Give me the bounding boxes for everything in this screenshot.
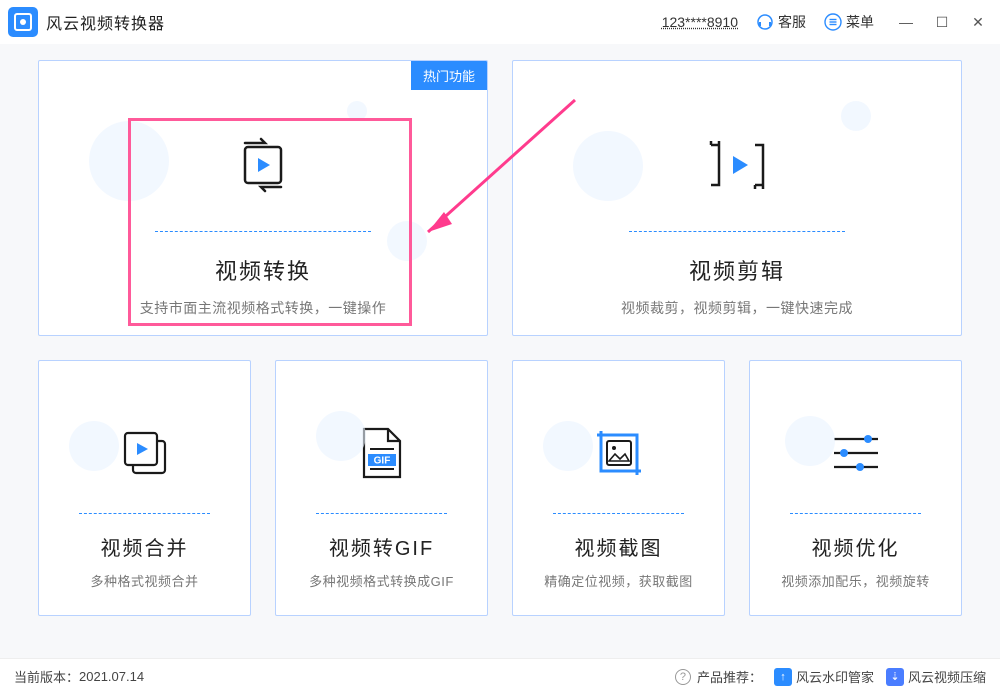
header-right: 123****8910 客服 菜单 — ☐ ✕	[662, 12, 986, 32]
card-desc: 精确定位视频，获取截图	[534, 571, 703, 590]
product-badge-icon: ⇣	[886, 668, 904, 686]
card-video-edit[interactable]: 视频剪辑 视频裁剪，视频剪辑，一键快速完成	[512, 60, 962, 336]
app-title: 风云视频转换器	[46, 10, 165, 34]
divider	[790, 513, 921, 514]
user-id[interactable]: 123****8910	[662, 14, 738, 30]
screenshot-icon	[591, 421, 647, 485]
product-compress[interactable]: ⇣ 风云视频压缩	[886, 667, 986, 686]
product-badge-icon: ↑	[774, 668, 792, 686]
maximize-button[interactable]: ☐	[934, 14, 950, 31]
card-desc: 多种视频格式转换成GIF	[299, 571, 464, 590]
card-video-gif[interactable]: GIF 视频转GIF 多种视频格式转换成GIF	[275, 360, 488, 616]
edit-icon	[701, 133, 773, 197]
card-title: 视频转换	[215, 254, 311, 286]
card-title: 视频剪辑	[689, 254, 785, 286]
card-title: 视频截图	[575, 532, 663, 561]
divider	[155, 231, 370, 232]
card-desc: 视频添加配乐，视频旋转	[771, 571, 940, 590]
titlebar: 风云视频转换器 123****8910 客服 菜单 — ☐ ✕	[0, 0, 1000, 44]
merge-icon	[117, 421, 173, 485]
card-title: 视频合并	[101, 532, 189, 561]
row-top: 热门功能 视频转换 支持市面主流视频格式转换，一键操作	[38, 60, 962, 336]
card-video-optimize[interactable]: 视频优化 视频添加配乐，视频旋转	[749, 360, 962, 616]
card-title: 视频转GIF	[329, 532, 434, 561]
app-logo	[8, 7, 38, 37]
card-video-screenshot[interactable]: 视频截图 精确定位视频，获取截图	[512, 360, 725, 616]
gif-icon: GIF	[358, 421, 406, 485]
product2-label: 风云视频压缩	[908, 667, 986, 686]
optimize-icon	[828, 421, 884, 485]
support-button[interactable]: 客服	[756, 12, 806, 32]
product1-label: 风云水印管家	[796, 667, 874, 686]
close-button[interactable]: ✕	[970, 14, 986, 31]
support-label: 客服	[778, 12, 806, 32]
product-watermark[interactable]: ↑ 风云水印管家	[774, 667, 874, 686]
svg-text:GIF: GIF	[373, 456, 390, 467]
main-content: 热门功能 视频转换 支持市面主流视频格式转换，一键操作	[0, 44, 1000, 658]
divider	[629, 231, 844, 232]
card-desc: 多种格式视频合并	[80, 571, 208, 590]
help-icon[interactable]: ?	[675, 669, 691, 685]
footer: 当前版本： 2021.07.14 ? 产品推荐： ↑ 风云水印管家 ⇣ 风云视频…	[0, 658, 1000, 694]
recommend-label: 产品推荐：	[697, 667, 762, 686]
hot-badge: 热门功能	[411, 61, 487, 90]
window-controls: — ☐ ✕	[898, 14, 986, 31]
headset-icon	[756, 13, 774, 31]
menu-button[interactable]: 菜单	[824, 12, 874, 32]
convert-icon	[231, 133, 295, 197]
card-video-convert[interactable]: 热门功能 视频转换 支持市面主流视频格式转换，一键操作	[38, 60, 488, 336]
footer-right: ? 产品推荐： ↑ 风云水印管家 ⇣ 风云视频压缩	[675, 667, 986, 686]
card-video-merge[interactable]: 视频合并 多种格式视频合并	[38, 360, 251, 616]
minimize-button[interactable]: —	[898, 14, 914, 31]
divider	[79, 513, 210, 514]
divider	[316, 513, 447, 514]
row-bottom: 视频合并 多种格式视频合并 GIF 视频转GIF 多种视频格式转换成GIF	[38, 360, 962, 616]
divider	[553, 513, 684, 514]
menu-label: 菜单	[846, 12, 874, 32]
card-desc: 视频裁剪，视频剪辑，一键快速完成	[611, 298, 863, 318]
card-desc: 支持市面主流视频格式转换，一键操作	[130, 298, 397, 318]
version-label: 当前版本：	[14, 667, 79, 686]
version-text: 2021.07.14	[79, 669, 144, 684]
menu-icon	[824, 13, 842, 31]
card-title: 视频优化	[812, 532, 900, 561]
